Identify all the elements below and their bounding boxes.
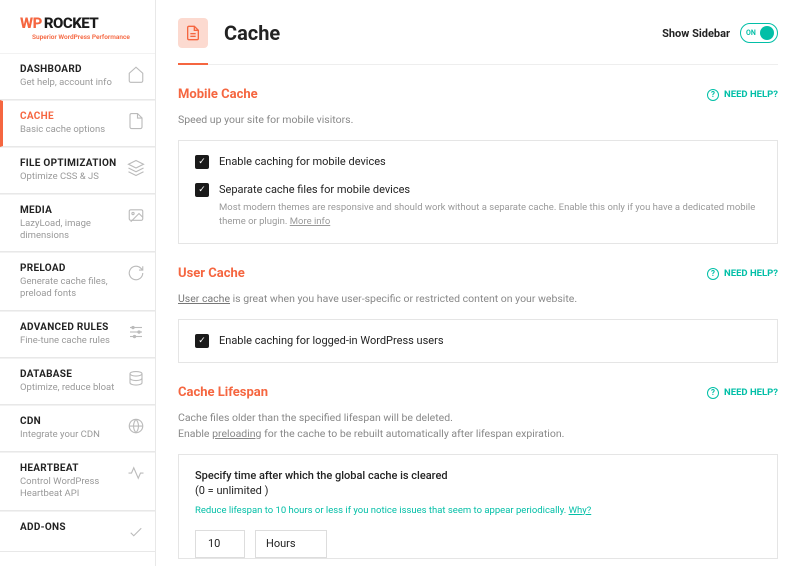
nav-title: ADVANCED RULES <box>20 322 127 333</box>
home-icon <box>127 65 145 83</box>
sidebar-item-dashboard[interactable]: DASHBOARD Get help, account info <box>0 53 155 100</box>
lifespan-spec-title: Specify time after which the global cach… <box>195 469 761 482</box>
nav-title: MEDIA <box>20 205 127 216</box>
logo-rocket: ROCKET <box>44 14 98 32</box>
lifespan-spec-sub: (0 = unlimited ) <box>195 484 761 497</box>
toggle-on-text: ON <box>746 29 756 37</box>
nav-subtitle: Generate cache files, preload fonts <box>20 276 127 300</box>
user-cache-title: User Cache <box>178 266 245 281</box>
sidebar-item-heartbeat[interactable]: HEARTBEAT Control WordPress Heartbeat API <box>0 452 155 511</box>
nav-subtitle: LazyLoad, image dimensions <box>20 218 127 242</box>
lifespan-title: Cache Lifespan <box>178 385 268 400</box>
user-cache-link[interactable]: User cache <box>178 292 230 305</box>
cdn-icon <box>127 417 145 435</box>
mobile-desc: Speed up your site for mobile visitors. <box>178 112 778 128</box>
preloading-link[interactable]: preloading <box>212 427 261 440</box>
refresh-icon <box>127 264 145 282</box>
sidebar: WP ROCKET Superior WordPress Performance… <box>0 0 156 566</box>
sliders-icon <box>127 323 145 341</box>
page-title: Cache <box>224 21 280 45</box>
nav-subtitle: Optimize, reduce bloat <box>20 382 127 394</box>
logo: WP ROCKET Superior WordPress Performance <box>0 0 155 53</box>
section-mobile-cache: Mobile Cache ? NEED HELP? Speed up your … <box>178 87 778 244</box>
nav-subtitle: Integrate your CDN <box>20 429 127 441</box>
help-icon: ? <box>707 89 719 101</box>
nav-title: CACHE <box>20 111 127 122</box>
more-info-link[interactable]: More info <box>290 216 331 227</box>
sidebar-item-advanced-rules[interactable]: ADVANCED RULES Fine-tune cache rules <box>0 311 155 358</box>
nav-title: FILE OPTIMIZATION <box>20 158 127 169</box>
nav-subtitle: Get help, account info <box>20 77 127 89</box>
nav-title: HEARTBEAT <box>20 463 127 474</box>
sidebar-item-cache[interactable]: CACHE Basic cache options <box>0 100 155 147</box>
user-need-help[interactable]: ? NEED HELP? <box>707 268 778 280</box>
sidebar-item-preload[interactable]: PRELOAD Generate cache files, preload fon… <box>0 252 155 311</box>
sidebar-item-media[interactable]: MEDIA LazyLoad, image dimensions <box>0 194 155 253</box>
logo-tagline: Superior WordPress Performance <box>32 33 145 41</box>
need-help-label: NEED HELP? <box>724 89 778 100</box>
lifespan-value-input[interactable]: 10 <box>195 530 245 558</box>
lifespan-need-help[interactable]: ? NEED HELP? <box>707 387 778 399</box>
sidebar-item-cdn[interactable]: CDN Integrate your CDN <box>0 405 155 452</box>
sidebar-toggle[interactable]: ON <box>740 23 778 43</box>
logo-wp: WP <box>20 14 42 32</box>
user-caching-checkbox[interactable]: ✓ <box>195 334 209 348</box>
help-icon: ? <box>707 387 719 399</box>
cache-icon <box>178 18 208 48</box>
lifespan-desc: Cache files older than the specified lif… <box>178 410 778 442</box>
lifespan-box: Specify time after which the global cach… <box>178 454 778 559</box>
stack-icon <box>127 159 145 177</box>
image-icon <box>127 206 145 224</box>
sidebar-item-add-ons[interactable]: ADD-ONS <box>0 511 155 552</box>
nav-title: PRELOAD <box>20 263 127 274</box>
page-header: Cache Show Sidebar ON <box>178 0 778 65</box>
user-cache-desc: User cache is great when you have user-s… <box>178 291 778 307</box>
mobile-cache-title: Mobile Cache <box>178 87 258 102</box>
nav-title: CDN <box>20 416 127 427</box>
sidebar-item-database[interactable]: DATABASE Optimize, reduce bloat <box>0 358 155 405</box>
file-icon <box>127 112 145 130</box>
sidebar-item-file-optimization[interactable]: FILE OPTIMIZATION Optimize CSS & JS <box>0 147 155 194</box>
separate-cache-label: Separate cache files for mobile devices <box>219 183 761 196</box>
user-caching-label: Enable caching for logged-in WordPress u… <box>219 334 444 347</box>
nav-title: ADD-ONS <box>20 522 127 533</box>
lifespan-unit-select[interactable]: Hours <box>255 530 327 558</box>
heartbeat-icon <box>127 464 145 482</box>
nav-title: DASHBOARD <box>20 64 127 75</box>
section-cache-lifespan: Cache Lifespan ? NEED HELP? Cache files … <box>178 385 778 559</box>
main-panel: Cache Show Sidebar ON Mobile Cache ? NEE… <box>156 0 800 566</box>
mobile-caching-checkbox[interactable]: ✓ <box>195 155 209 169</box>
nav-subtitle: Control WordPress Heartbeat API <box>20 476 127 500</box>
need-help-label: NEED HELP? <box>724 387 778 398</box>
mobile-box: ✓ Enable caching for mobile devices ✓ Se… <box>178 140 778 245</box>
lifespan-why-link[interactable]: Why? <box>569 505 592 516</box>
mobile-need-help[interactable]: ? NEED HELP? <box>707 89 778 101</box>
rocket-icon <box>127 523 145 541</box>
database-icon <box>127 370 145 388</box>
nav-subtitle: Optimize CSS & JS <box>20 171 127 183</box>
need-help-label: NEED HELP? <box>724 268 778 279</box>
separate-cache-desc: Most modern themes are responsive and sh… <box>219 201 761 230</box>
nav-subtitle: Basic cache options <box>20 124 127 136</box>
toggle-knob <box>760 26 774 40</box>
show-sidebar-label: Show Sidebar <box>662 27 730 40</box>
help-icon: ? <box>707 268 719 280</box>
user-box: ✓ Enable caching for logged-in WordPress… <box>178 319 778 363</box>
nav-title: DATABASE <box>20 369 127 380</box>
lifespan-hint: Reduce lifespan to 10 hours or less if y… <box>195 505 761 516</box>
separate-cache-checkbox[interactable]: ✓ <box>195 183 209 197</box>
mobile-caching-label: Enable caching for mobile devices <box>219 155 386 168</box>
nav-subtitle: Fine-tune cache rules <box>20 335 127 347</box>
section-user-cache: User Cache ? NEED HELP? User cache is gr… <box>178 266 778 363</box>
